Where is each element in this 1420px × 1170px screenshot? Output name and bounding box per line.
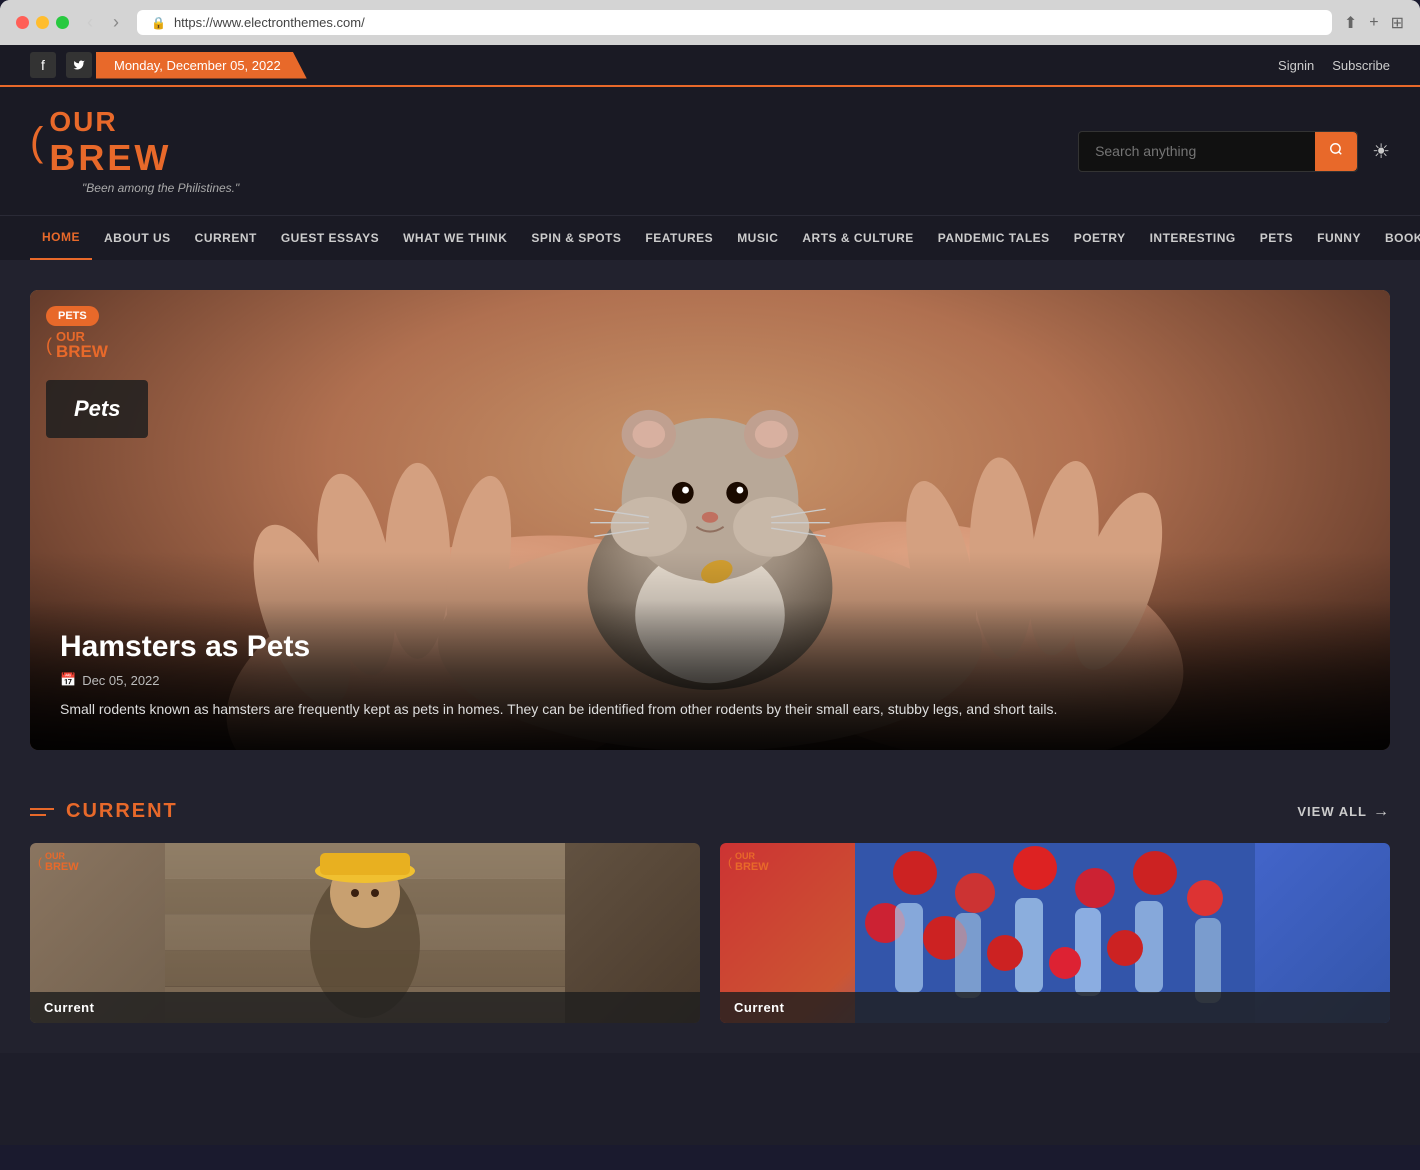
logo-words: OUR BREW — [49, 107, 171, 177]
subscribe-link[interactable]: Subscribe — [1332, 58, 1390, 73]
card-logo-text-2: OUR BREW — [735, 851, 769, 873]
theme-toggle-button[interactable]: ☀ — [1372, 139, 1390, 164]
card-logo-overlay-1: ( OUR BREW — [38, 851, 79, 873]
facebook-icon[interactable]: f — [30, 52, 56, 78]
nav-item-guest-essays[interactable]: GUEST ESSAYS — [269, 217, 391, 259]
hero-title: Hamsters as Pets — [60, 630, 1360, 664]
logo-tagline: "Been among the Philistines." — [82, 181, 239, 195]
nav-item-pandemic-tales[interactable]: PANDEMIC TALES — [926, 217, 1062, 259]
card-category-1: Current — [30, 992, 700, 1023]
nav-item-poetry[interactable]: POETRY — [1062, 217, 1138, 259]
logo[interactable]: ( OUR BREW — [30, 107, 171, 177]
article-card-1[interactable]: ( OUR BREW Current — [30, 843, 700, 1023]
back-button[interactable]: ‹ — [81, 10, 99, 35]
section-lines-icon — [30, 808, 54, 816]
nav-item-current[interactable]: CURRENT — [183, 217, 269, 259]
browser-actions: ⬆ + ⊞ — [1344, 13, 1404, 33]
header-search: ☀ — [1078, 131, 1390, 172]
nav-item-arts-culture[interactable]: ARTS & CULTURE — [790, 217, 925, 259]
main-content: Pets ( OUR BREW Pets Hamsters as Pets 📅 — [0, 260, 1420, 1053]
card-logo-brew-1: BREW — [45, 861, 79, 873]
address-bar[interactable]: 🔒 https://www.electronthemes.com/ — [137, 10, 1332, 35]
close-dot[interactable] — [16, 16, 29, 29]
card-logo-our-1: OUR — [45, 851, 79, 861]
nav-item-music[interactable]: MUSIC — [725, 217, 790, 259]
url-text: https://www.electronthemes.com/ — [174, 15, 365, 30]
logo-area: ( OUR BREW "Been among the Philistines." — [30, 107, 239, 195]
header: ( OUR BREW "Been among the Philistines."… — [0, 87, 1420, 215]
browser-dots — [16, 16, 69, 29]
social-icons: f — [30, 52, 92, 78]
calendar-icon: 📅 — [60, 672, 76, 688]
top-bar-right: Signin Subscribe — [1278, 58, 1390, 73]
nav-item-features[interactable]: FEATURES — [633, 217, 725, 259]
nav-item-pets[interactable]: PETS — [1248, 217, 1305, 259]
hero-logo-overlay: ( OUR BREW — [46, 330, 108, 360]
twitter-icon[interactable] — [66, 52, 92, 78]
logo-bracket-icon: ( — [30, 122, 43, 162]
hero-date-text: Dec 05, 2022 — [82, 673, 159, 688]
nav-item-funny[interactable]: FUNNY — [1305, 217, 1373, 259]
nav-item-home[interactable]: HOME — [30, 216, 92, 260]
hero-date: 📅 Dec 05, 2022 — [60, 672, 1360, 688]
nav-item-spin-spots[interactable]: SPIN & SPOTS — [519, 217, 633, 259]
hero-excerpt: Small rodents known as hamsters are freq… — [60, 698, 1360, 720]
section-title-area: CURRENT — [30, 800, 178, 823]
view-all-arrow-icon: → — [1373, 803, 1390, 821]
nav-item-what-we-think[interactable]: WHAT WE THINK — [391, 217, 519, 259]
card-image-1: ( OUR BREW Current — [30, 843, 700, 1023]
browser-titlebar: ‹ › 🔒 https://www.electronthemes.com/ ⬆ … — [0, 0, 1420, 45]
section-line-long — [30, 808, 54, 810]
top-bar: f Monday, December 05, 2022 Signin Subsc… — [0, 45, 1420, 87]
browser-window: ‹ › 🔒 https://www.electronthemes.com/ ⬆ … — [0, 0, 1420, 45]
forward-button[interactable]: › — [107, 10, 125, 35]
grid-button[interactable]: ⊞ — [1391, 13, 1404, 33]
view-all-button[interactable]: VIEW ALL → — [1297, 803, 1390, 821]
navigation: HOME ABOUT US CURRENT GUEST ESSAYS WHAT … — [0, 215, 1420, 260]
hero-image: Pets ( OUR BREW Pets Hamsters as Pets 📅 — [30, 290, 1390, 750]
search-box — [1078, 131, 1358, 172]
nav-item-books[interactable]: BOOKS — [1373, 217, 1420, 259]
hero-logo-brew: BREW — [56, 343, 108, 360]
website-content: f Monday, December 05, 2022 Signin Subsc… — [0, 45, 1420, 1145]
browser-nav: ‹ › — [81, 10, 125, 35]
hero-overlay: Hamsters as Pets 📅 Dec 05, 2022 Small ro… — [30, 600, 1390, 750]
card-logo-overlay-2: ( OUR BREW — [728, 851, 769, 873]
card-logo-our-2: OUR — [735, 851, 769, 861]
card-logo-text-1: OUR BREW — [45, 851, 79, 873]
logo-brew: BREW — [49, 138, 171, 178]
search-input[interactable] — [1095, 143, 1295, 159]
section-title-current: CURRENT — [66, 800, 178, 823]
section-line-short — [30, 814, 46, 816]
card-logo-brew-2: BREW — [735, 861, 769, 873]
hero-caption-box: Pets — [46, 380, 148, 438]
card-category-2: Current — [720, 992, 1390, 1023]
cards-row: ( OUR BREW Current — [30, 843, 1390, 1023]
nav-item-about-us[interactable]: ABOUT US — [92, 217, 183, 259]
logo-our: OUR — [49, 107, 171, 138]
nav-item-interesting[interactable]: INTERESTING — [1138, 217, 1248, 259]
hero-logo-text: OUR BREW — [56, 330, 108, 360]
share-button[interactable]: ⬆ — [1344, 13, 1357, 33]
section-header-current: CURRENT VIEW ALL → — [30, 790, 1390, 823]
card-image-2: ( OUR BREW Current — [720, 843, 1390, 1023]
hero-article[interactable]: Pets ( OUR BREW Pets Hamsters as Pets 📅 — [30, 290, 1390, 750]
hero-logo-icon: ( — [46, 335, 52, 356]
card-logo-icon-1: ( — [38, 855, 42, 869]
signin-link[interactable]: Signin — [1278, 58, 1314, 73]
hero-category-badge: Pets — [46, 306, 99, 326]
article-card-2[interactable]: ( OUR BREW Current — [720, 843, 1390, 1023]
card-logo-icon-2: ( — [728, 855, 732, 869]
new-tab-button[interactable]: + — [1369, 14, 1378, 32]
search-button[interactable] — [1315, 132, 1357, 171]
date-badge: Monday, December 05, 2022 — [96, 52, 307, 79]
lock-icon: 🔒 — [151, 16, 166, 30]
minimize-dot[interactable] — [36, 16, 49, 29]
maximize-dot[interactable] — [56, 16, 69, 29]
view-all-label: VIEW ALL — [1297, 804, 1367, 819]
